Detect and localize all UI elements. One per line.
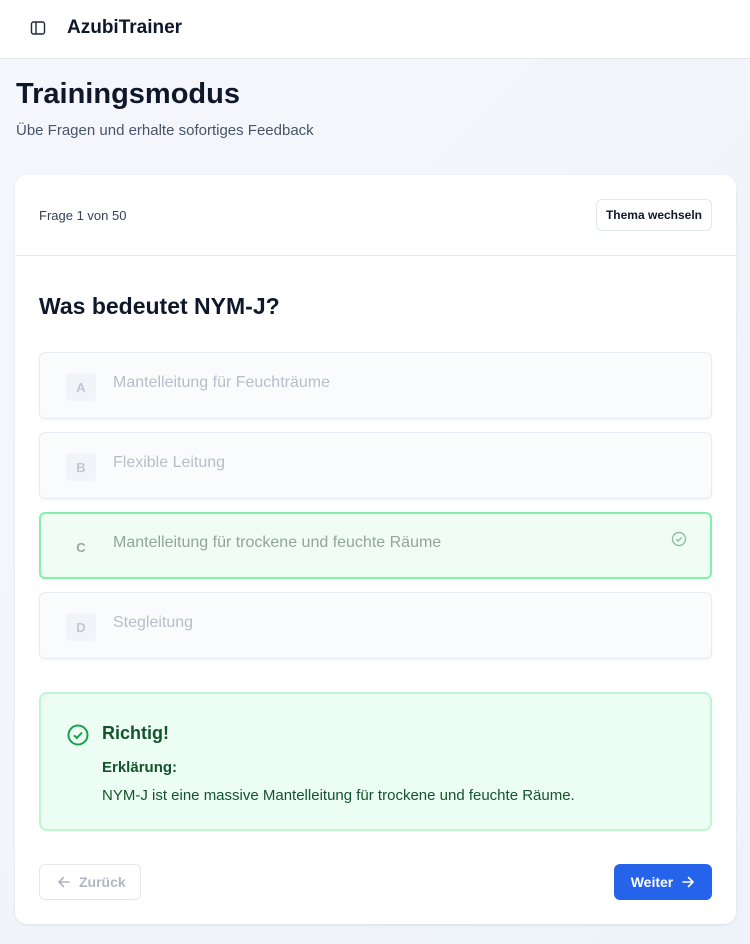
- answer-option-d[interactable]: D Stegleitung: [39, 592, 712, 659]
- question-progress: Frage 1 von 50: [39, 208, 127, 223]
- answer-option-c[interactable]: C Mantelleitung für trockene und feuchte…: [39, 512, 712, 579]
- arrow-right-icon: [682, 876, 695, 888]
- option-label: Stegleitung: [113, 614, 194, 631]
- app-title: AzubiTrainer: [67, 17, 183, 38]
- option-letter: C: [66, 533, 96, 561]
- option-label: Mantelleitung für trockene und feuchte R…: [113, 534, 442, 551]
- answer-option-a[interactable]: A Mantelleitung für Feuchträume: [39, 352, 712, 419]
- page-subtitle: Übe Fragen und erhalte sofortiges Feedba…: [16, 122, 314, 139]
- back-button[interactable]: Zurück: [39, 864, 141, 900]
- card-header: Frage 1 von 50 Thema wechseln: [15, 175, 736, 256]
- check-circle-icon: [67, 724, 89, 746]
- page-title: Trainingsmodus: [16, 78, 240, 110]
- option-letter: B: [66, 453, 96, 481]
- next-button-label: Weiter: [630, 874, 674, 890]
- answer-option-b[interactable]: B Flexible Leitung: [39, 432, 712, 499]
- top-bar: AzubiTrainer: [0, 0, 750, 59]
- option-label: Flexible Leitung: [113, 454, 226, 471]
- option-letter: D: [66, 613, 96, 641]
- question-card: Frage 1 von 50 Thema wechseln Was bedeut…: [15, 175, 736, 924]
- change-topic-button[interactable]: Thema wechseln: [596, 199, 712, 231]
- explanation-text: NYM-J ist eine massive Mantelleitung für…: [102, 787, 575, 804]
- feedback-title: Richtig!: [102, 723, 169, 743]
- back-button-label: Zurück: [79, 874, 126, 890]
- check-circle-icon: [671, 531, 687, 547]
- option-letter: A: [66, 373, 96, 401]
- arrow-left-icon: [58, 876, 70, 888]
- feedback-box: Richtig! Erklärung: NYM-J ist eine massi…: [39, 692, 712, 831]
- sidebar-toggle-icon[interactable]: [26, 16, 50, 40]
- question-text: Was bedeutet NYM-J?: [39, 293, 280, 319]
- option-label: Mantelleitung für Feuchträume: [113, 374, 330, 391]
- next-button[interactable]: Weiter: [614, 864, 712, 900]
- explanation-label: Erklärung:: [102, 759, 178, 776]
